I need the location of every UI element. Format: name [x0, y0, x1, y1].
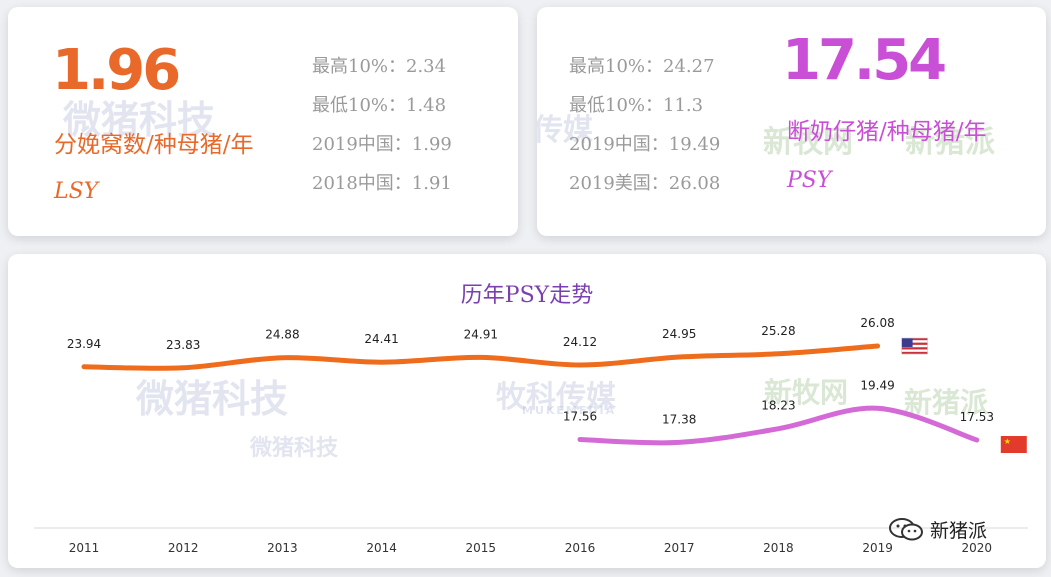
data-label: 17.56	[563, 410, 597, 424]
x-tick-label: 2014	[366, 541, 397, 555]
data-label: 23.94	[67, 337, 101, 351]
x-tick-label: 2018	[763, 541, 794, 555]
x-tick-label: 2017	[664, 541, 695, 555]
data-label: 24.12	[563, 335, 597, 349]
data-label: 17.38	[662, 412, 696, 426]
lsy-value: 1.96	[52, 38, 181, 103]
us-flag	[901, 337, 928, 355]
data-label: 24.88	[265, 328, 299, 342]
lsy-abbreviation: LSY	[54, 179, 99, 204]
data-label: 19.49	[860, 378, 894, 392]
data-label: 25.28	[761, 324, 795, 338]
x-tick-label: 2013	[267, 541, 298, 555]
lsy-stat-bottom10: 最低10%：1.48	[312, 95, 447, 116]
psy-unit-label: 断奶仔猪/种母猪/年	[787, 119, 987, 145]
data-label: 23.83	[166, 338, 200, 352]
psy-stat-top10: 最高10%：24.27	[569, 56, 715, 77]
psy-stat-china-2019: 2019中国：19.49	[569, 134, 721, 155]
svg-text:★: ★	[1004, 437, 1011, 446]
china-flag: ★	[1000, 436, 1027, 454]
psy-stat-usa-2019: 2019美国：26.08	[569, 173, 721, 194]
x-tick-label: 2015	[466, 541, 497, 555]
x-tick-label: 2011	[69, 541, 100, 555]
data-label: 18.23	[761, 399, 795, 413]
x-tick-label: 2016	[565, 541, 596, 555]
series-line-1	[577, 405, 980, 446]
lsy-stat-top10: 最高10%：2.34	[312, 56, 447, 77]
brand-mark: 新猪派	[888, 514, 987, 544]
data-label: 24.41	[364, 332, 398, 346]
lsy-unit-label: 分娩窝数/种母猪/年	[54, 132, 254, 158]
brand-name: 新猪派	[930, 519, 988, 542]
psy-value: 17.54	[782, 28, 947, 93]
psy-stat-bottom10: 最低10%：11.3	[569, 95, 704, 116]
lsy-card: 微猪科技 1.96 分娩窝数/种母猪/年 LSY 最高10%：2.34 最低10…	[8, 7, 518, 236]
series-line-0	[81, 343, 881, 371]
data-label: 24.91	[464, 327, 498, 341]
data-label: 26.08	[860, 316, 894, 330]
psy-abbreviation: PSY	[787, 168, 832, 193]
chart-title: 历年PSY走势	[461, 283, 593, 308]
psy-card: 牧科传媒 新牧网 新猪派 最高10%：24.27 最低10%：11.3 2019…	[537, 7, 1046, 236]
lsy-stat-china-2018: 2018中国：1.91	[312, 173, 452, 194]
data-label: 17.53	[960, 410, 994, 424]
data-label: 24.95	[662, 327, 696, 341]
wechat-icon	[889, 518, 923, 541]
lsy-stat-china-2019: 2019中国：1.99	[312, 134, 452, 155]
x-tick-label: 2012	[168, 541, 199, 555]
